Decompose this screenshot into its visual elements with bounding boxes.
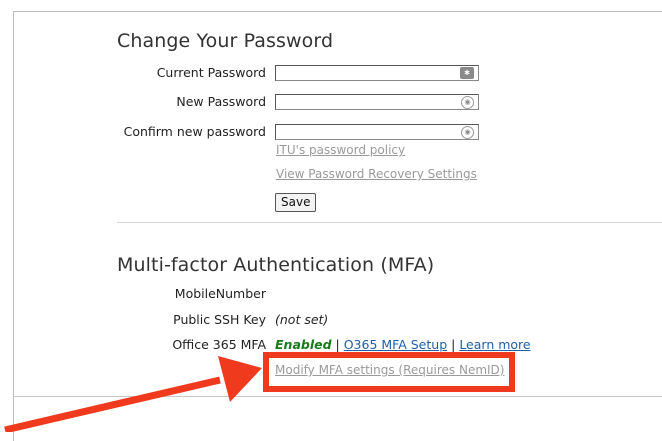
save-button[interactable]: Save xyxy=(275,193,317,212)
o365-mfa-label: Office 365 MFA xyxy=(172,337,266,352)
ssh-key-value: (not set) xyxy=(275,312,329,327)
password-recovery-link[interactable]: View Password Recovery Settings xyxy=(276,167,477,181)
mfa-status-badge: Enabled xyxy=(275,337,332,352)
password-section-title: Change Your Password xyxy=(117,30,334,52)
separator: | xyxy=(451,337,456,352)
current-password-label: Current Password xyxy=(156,65,266,80)
mfa-section-title: Multi-factor Authentication (MFA) xyxy=(117,254,435,276)
section-divider xyxy=(117,222,662,223)
ssh-key-label: Public SSH Key xyxy=(173,312,266,327)
separator: | xyxy=(335,337,340,352)
password-manager-key-icon[interactable]: ✱ xyxy=(460,67,474,79)
current-password-input[interactable] xyxy=(275,65,479,81)
password-reveal-icon[interactable]: ◉ xyxy=(461,126,474,139)
password-reveal-icon[interactable]: ◉ xyxy=(461,96,474,109)
new-password-label: New Password xyxy=(176,94,266,109)
learn-more-link[interactable]: Learn more xyxy=(459,337,530,352)
new-password-input[interactable] xyxy=(275,94,479,110)
mobile-number-label: MobileNumber xyxy=(174,286,266,301)
bottom-divider xyxy=(13,396,662,397)
annotation-highlight-box xyxy=(263,352,515,392)
confirm-password-input[interactable] xyxy=(275,124,479,140)
o365-mfa-row: Enabled | O365 MFA Setup | Learn more xyxy=(275,337,531,352)
password-policy-link[interactable]: ITU's password policy xyxy=(276,143,405,157)
confirm-password-label: Confirm new password xyxy=(123,124,266,139)
o365-mfa-setup-link[interactable]: O365 MFA Setup xyxy=(344,337,447,352)
